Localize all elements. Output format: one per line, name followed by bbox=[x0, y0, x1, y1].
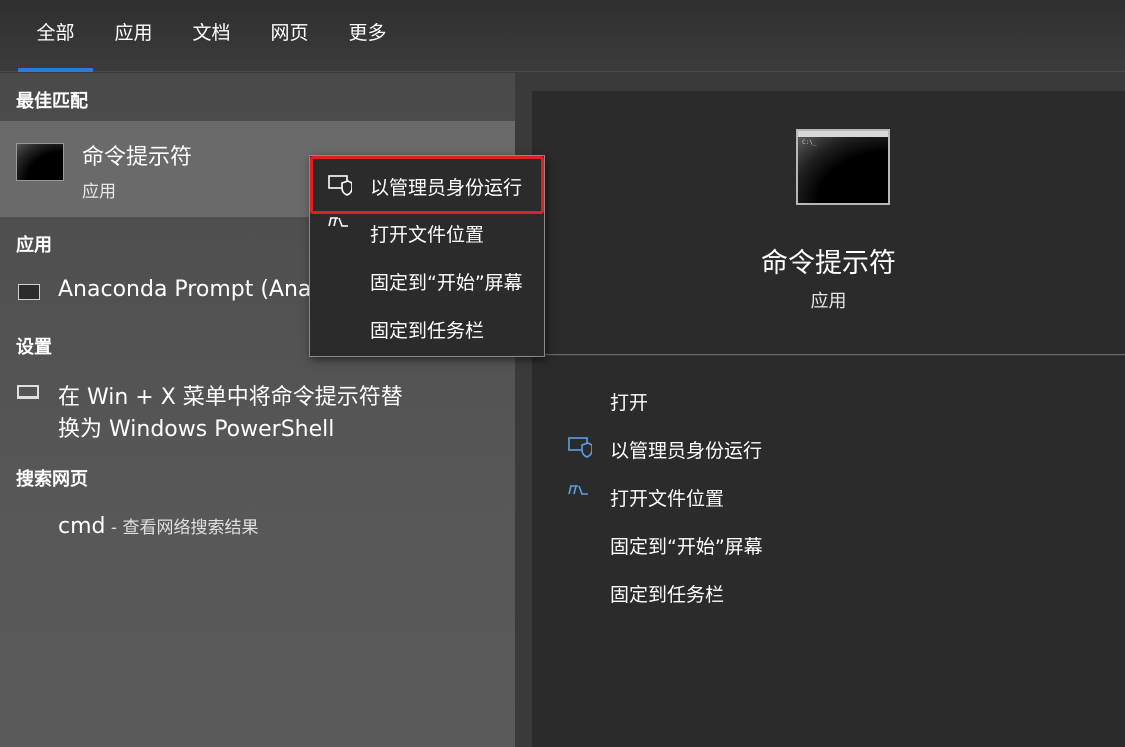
setting-line-1: 在 Win + X 菜单中将命令提示符替 bbox=[58, 385, 403, 410]
folder-icon bbox=[568, 485, 588, 495]
highlight-box bbox=[310, 156, 544, 214]
context-item-label: 固定到任务栏 bbox=[370, 320, 485, 342]
setting-line-2: 换为 Windows PowerShell bbox=[58, 417, 335, 442]
context-menu: 以管理员身份运行 打开文件位置 固定到“开始”屏幕 固定到任务栏 bbox=[309, 155, 545, 357]
tab-all[interactable]: 全部 bbox=[18, 0, 93, 72]
context-item-pin-to-start[interactable]: 固定到“开始”屏幕 bbox=[310, 256, 544, 302]
web-suffix: - 查看网络搜索结果 bbox=[105, 518, 259, 538]
folder-icon bbox=[328, 217, 348, 227]
action-label: 打开 bbox=[610, 392, 649, 414]
list-item-setting[interactable]: 在 Win + X 菜单中将命令提示符替 换为 Windows PowerShe… bbox=[0, 373, 515, 445]
best-match-title: 命令提示符 bbox=[82, 145, 193, 170]
tab-label: 更多 bbox=[348, 22, 387, 44]
terminal-icon bbox=[18, 284, 40, 300]
action-label: 打开文件位置 bbox=[610, 488, 725, 510]
search-tabbar: 全部 应用 文档 网页 更多 bbox=[0, 0, 1125, 72]
detail-header: C:\_ 命令提示符 应用 bbox=[532, 91, 1125, 355]
shield-icon bbox=[568, 437, 592, 458]
detail-title: 命令提示符 bbox=[761, 248, 896, 279]
best-match-subtitle: 应用 bbox=[82, 182, 116, 202]
web-search-text: cmd - 查看网络搜索结果 bbox=[58, 513, 258, 539]
tab-label: 文档 bbox=[192, 22, 231, 44]
detail-subtitle: 应用 bbox=[810, 291, 847, 312]
detail-actions: 打开 以管理员身份运行 打开文件位置 固定到“开始”屏幕 固定到任务栏 bbox=[532, 356, 1125, 747]
list-item-web-search[interactable]: cmd - 查看网络搜索结果 bbox=[0, 507, 515, 547]
action-label: 以管理员身份运行 bbox=[610, 440, 763, 462]
tab-apps[interactable]: 应用 bbox=[96, 0, 171, 72]
context-item-open-file-location[interactable]: 打开文件位置 bbox=[310, 208, 544, 254]
web-header: 搜索网页 bbox=[16, 469, 88, 490]
active-tab-indicator bbox=[18, 68, 93, 72]
tab-label: 应用 bbox=[114, 22, 153, 44]
tab-documents[interactable]: 文档 bbox=[174, 0, 249, 72]
cmd-icon bbox=[16, 143, 64, 181]
tab-label: 全部 bbox=[36, 22, 75, 44]
tab-more[interactable]: 更多 bbox=[330, 0, 405, 72]
action-label: 固定到任务栏 bbox=[610, 584, 725, 606]
action-open[interactable]: 打开 bbox=[532, 384, 1125, 420]
action-pin-to-taskbar[interactable]: 固定到任务栏 bbox=[532, 576, 1125, 612]
action-run-as-admin[interactable]: 以管理员身份运行 bbox=[532, 432, 1125, 468]
action-open-file-location[interactable]: 打开文件位置 bbox=[532, 480, 1125, 516]
context-item-pin-to-taskbar[interactable]: 固定到任务栏 bbox=[310, 304, 544, 350]
apps-header: 应用 bbox=[16, 235, 52, 256]
context-item-label: 固定到“开始”屏幕 bbox=[370, 272, 523, 294]
app-label: Anaconda Prompt (Ana bbox=[58, 277, 312, 302]
cmd-large-icon: C:\_ bbox=[796, 129, 890, 205]
monitor-icon bbox=[17, 385, 39, 399]
action-label: 固定到“开始”屏幕 bbox=[610, 536, 763, 558]
settings-header: 设置 bbox=[16, 337, 52, 358]
context-item-label: 打开文件位置 bbox=[370, 224, 485, 246]
best-match-header: 最佳匹配 bbox=[16, 91, 88, 112]
action-pin-to-start[interactable]: 固定到“开始”屏幕 bbox=[532, 528, 1125, 564]
web-query: cmd bbox=[58, 514, 106, 539]
tab-label: 网页 bbox=[270, 22, 309, 44]
tab-web[interactable]: 网页 bbox=[252, 0, 327, 72]
